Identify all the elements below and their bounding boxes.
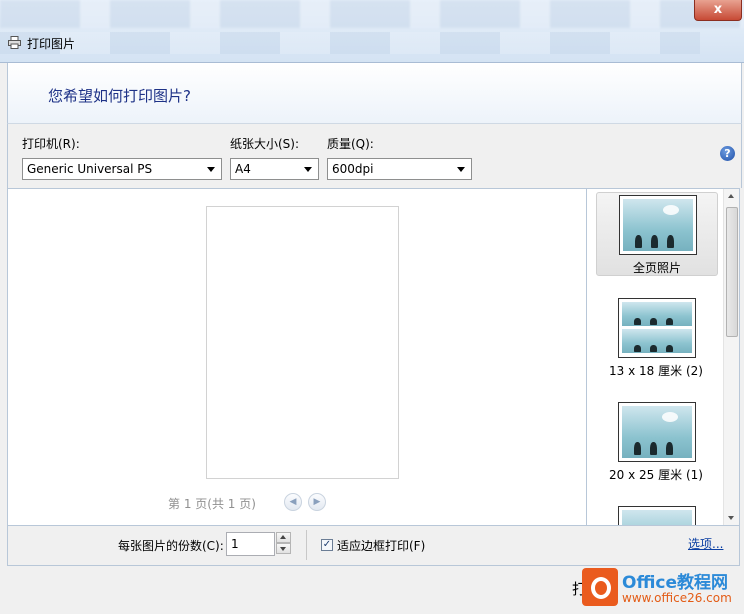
chevron-down-icon <box>457 167 465 172</box>
copies-stepper[interactable] <box>276 532 291 556</box>
window-title: 打印图片 <box>27 37 76 51</box>
close-button[interactable]: x <box>694 0 742 21</box>
photo-image <box>623 199 693 251</box>
watermark: Office教程网 www.office26.com <box>582 566 742 612</box>
fit-frame-label[interactable]: 适应边框打印(F) <box>337 537 425 554</box>
background-blur-lower <box>0 32 700 54</box>
layout-label: 13 x 18 厘米 (2) <box>609 364 703 378</box>
copies-bar: 每张图片的份数(C): 1 ✓ 适应边框打印(F) 选项... <box>7 526 740 566</box>
preview-page <box>206 206 399 479</box>
printer-label: 打印机(R): <box>22 137 80 151</box>
scroll-down-icon[interactable] <box>728 516 734 520</box>
print-settings: 打印机(R): Generic Universal PS 纸张大小(S): A4… <box>7 124 742 188</box>
scrollbar-thumb[interactable] <box>726 207 738 337</box>
layout-list: 全页照片 13 x 18 厘米 (2) 20 x 25 厘米 (1) <box>587 188 740 526</box>
page-indicator: 第 1 页(共 1 页) <box>168 497 256 511</box>
decrement-button[interactable] <box>276 543 291 554</box>
dialog-footer: 打 Office教程网 www.office26.com <box>0 566 744 614</box>
printer-icon <box>8 36 21 49</box>
printer-value: Generic Universal PS <box>27 162 153 176</box>
scroll-up-icon[interactable] <box>728 194 734 198</box>
quality-value: 600dpi <box>332 162 374 176</box>
paper-size-value: A4 <box>235 162 251 176</box>
divider <box>306 530 307 560</box>
layout-option-full-page[interactable]: 全页照片 <box>596 192 718 276</box>
office-logo-icon <box>582 568 618 606</box>
layout-option-20x25[interactable]: 20 x 25 厘米 (1) <box>596 400 716 482</box>
layout-thumbnail <box>618 298 696 358</box>
layout-thumbnail <box>618 506 696 525</box>
layout-thumbnail <box>619 195 697 255</box>
background-blur <box>0 0 744 28</box>
watermark-name: Office教程网 <box>622 573 729 593</box>
copies-input[interactable]: 1 <box>226 532 275 556</box>
print-preview: 第 1 页(共 1 页) ◀ ▶ <box>7 188 587 526</box>
next-page-button[interactable]: ▶ <box>308 493 326 511</box>
paper-size-select[interactable]: A4 <box>230 158 319 180</box>
layout-scrollbar[interactable] <box>723 189 739 525</box>
previous-page-button[interactable]: ◀ <box>284 493 302 511</box>
increment-button[interactable] <box>276 532 291 543</box>
layout-thumbnail <box>618 402 696 462</box>
copies-label: 每张图片的份数(C): <box>118 539 224 553</box>
layout-option-13x18[interactable]: 13 x 18 厘米 (2) <box>596 296 716 378</box>
page-title: 您希望如何打印图片? <box>48 87 191 105</box>
layout-option-partial[interactable] <box>596 504 716 525</box>
paper-size-label: 纸张大小(S): <box>230 137 300 151</box>
photo-image <box>622 510 692 525</box>
quality-select[interactable]: 600dpi <box>327 158 472 180</box>
quality-label: 质量(Q): <box>327 137 374 151</box>
chevron-down-icon <box>304 167 312 172</box>
layout-label: 20 x 25 厘米 (1) <box>609 468 703 482</box>
printer-select[interactable]: Generic Universal PS <box>22 158 222 180</box>
layout-label: 全页照片 <box>632 261 681 275</box>
title-bar: x 打印图片 <box>0 0 744 63</box>
photo-image <box>622 406 692 458</box>
fit-frame-checkbox[interactable]: ✓ <box>321 539 333 551</box>
photo-image <box>622 302 692 326</box>
photo-image <box>622 329 692 353</box>
help-icon[interactable]: ? <box>720 146 735 161</box>
chevron-down-icon <box>207 167 215 172</box>
dialog-header: 您希望如何打印图片? <box>7 63 742 124</box>
options-link[interactable]: 选项... <box>688 535 723 552</box>
watermark-url: www.office26.com <box>622 591 732 605</box>
